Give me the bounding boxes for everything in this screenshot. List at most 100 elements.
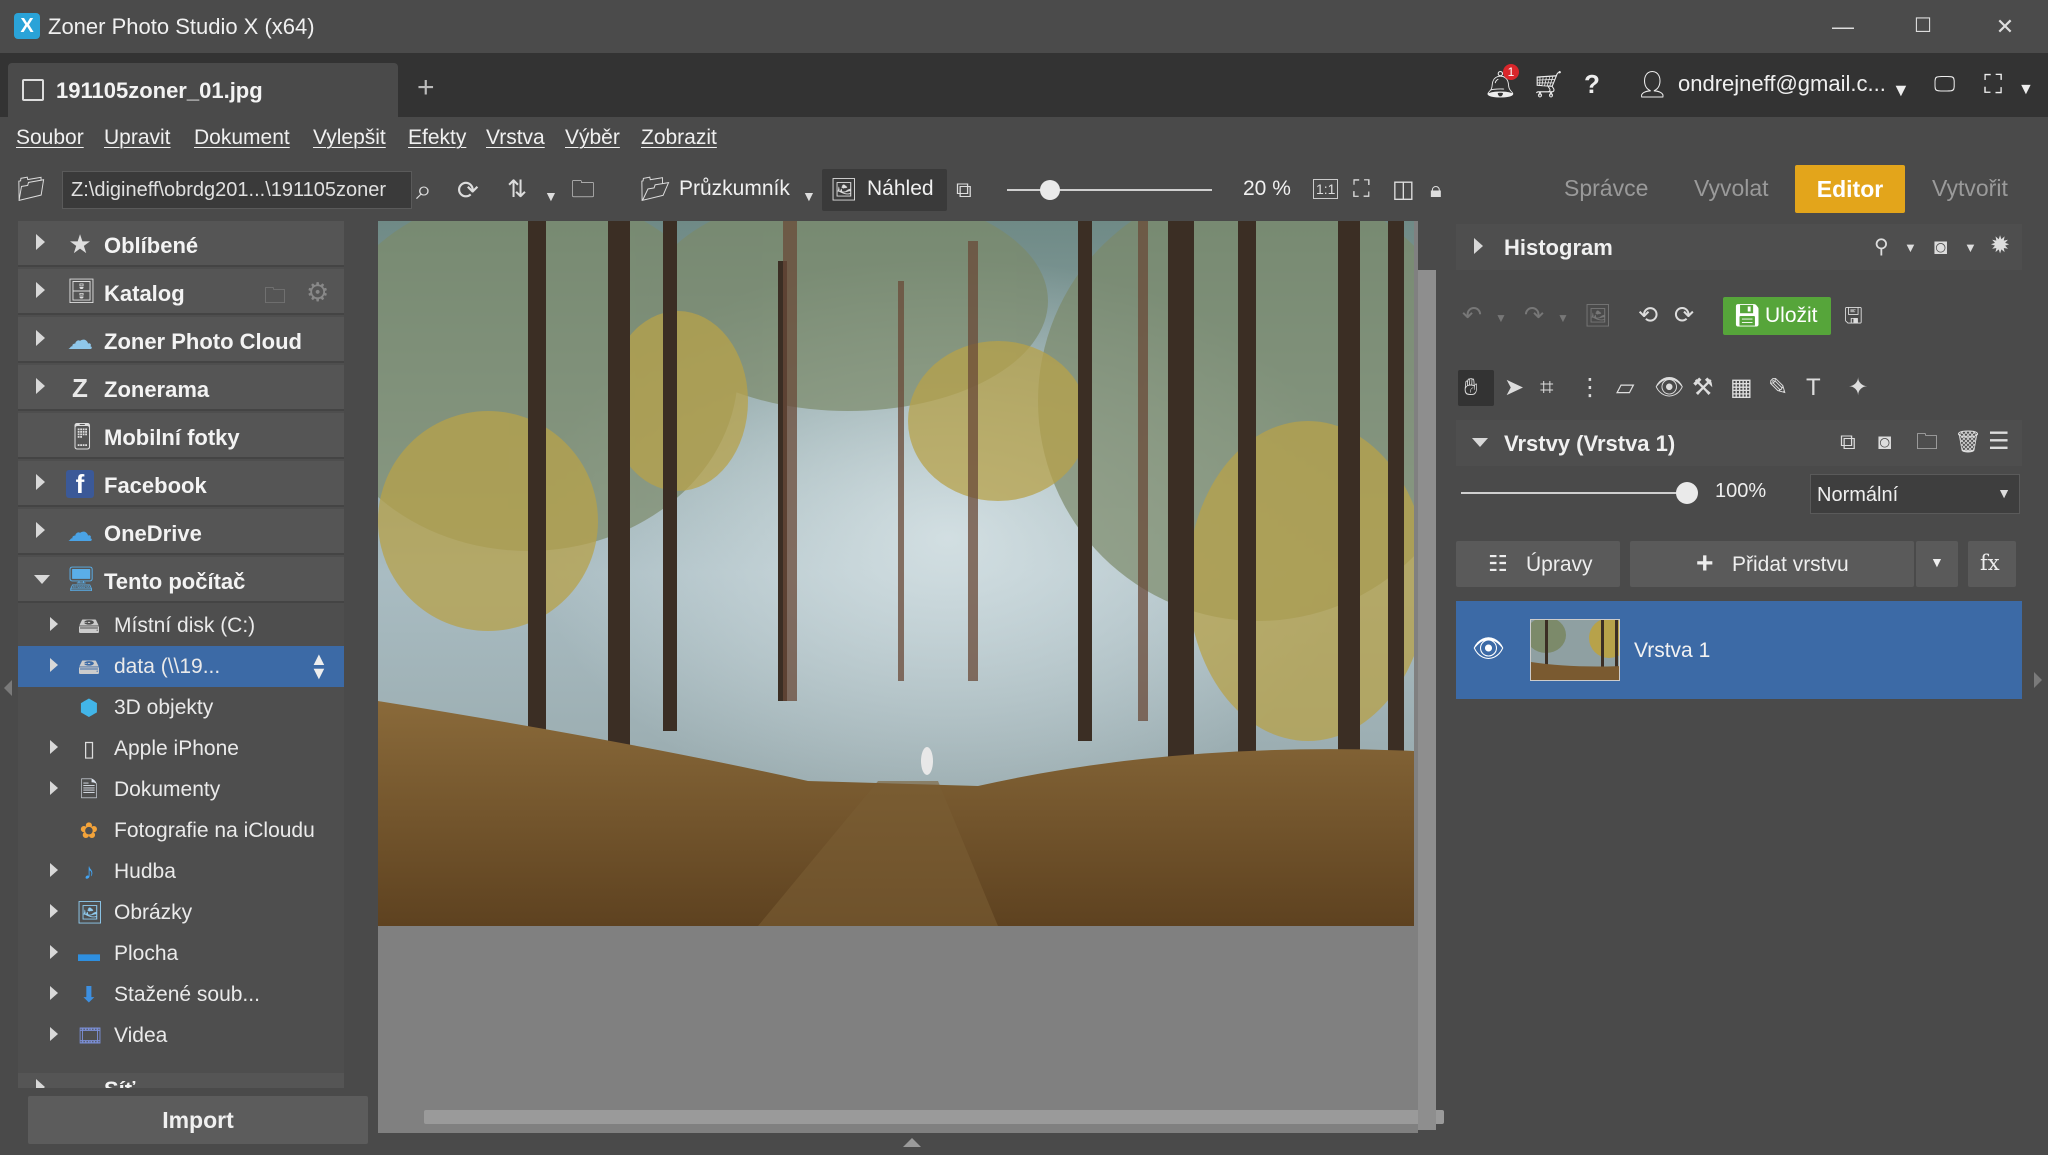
- undo-icon[interactable]: ↶: [1462, 302, 1482, 330]
- save-button[interactable]: 💾︎ Uložit: [1723, 297, 1831, 335]
- duplicate-layer-icon[interactable]: ⧉: [1840, 428, 1856, 456]
- expand-arrow-icon[interactable]: [36, 378, 45, 394]
- menu-view[interactable]: Zobrazit: [641, 126, 717, 150]
- search-icon[interactable]: ⌕: [416, 175, 432, 205]
- explorer-icon[interactable]: 📂︎: [640, 175, 670, 205]
- opacity-slider-track[interactable]: [1461, 492, 1687, 494]
- mode-create-tab[interactable]: Vytvořit: [1932, 175, 2008, 202]
- expand-arrow-icon[interactable]: [36, 474, 45, 490]
- collapse-right-panel-icon[interactable]: [2034, 672, 2042, 688]
- expand-arrow-icon[interactable]: [50, 904, 58, 918]
- text-tool-icon[interactable]: T: [1806, 374, 1821, 402]
- menu-selection[interactable]: Výběr: [565, 126, 620, 150]
- menu-layer[interactable]: Vrstva: [486, 126, 545, 150]
- tree-item-videos[interactable]: 🎞︎ Videa: [18, 1015, 344, 1056]
- layers-header[interactable]: Vrstvy (Vrstva 1) ⧉ ◙ 🗀︎ 🗑︎ ☰: [1456, 420, 2022, 466]
- vertical-scrollbar[interactable]: [1418, 270, 1436, 1130]
- new-tab-button[interactable]: +: [417, 73, 435, 103]
- blend-mode-select[interactable]: Normální ▼: [1810, 474, 2020, 514]
- maximize-button[interactable]: ☐: [1894, 0, 1952, 53]
- histogram-header[interactable]: Histogram ⚲ ▼ ◙ ▼ ✹: [1456, 224, 2022, 270]
- redo-dropdown-icon[interactable]: ▼: [1557, 304, 1569, 332]
- red-eye-tool-icon[interactable]: 👁︎: [1654, 374, 1684, 402]
- tree-item-documents[interactable]: 🗎︎ Dokumenty: [18, 769, 344, 810]
- compare-icon[interactable]: ◫: [1392, 175, 1415, 205]
- crop-tool-icon[interactable]: ⌗: [1540, 374, 1554, 402]
- delete-layer-icon[interactable]: 🗑︎: [1954, 428, 1982, 456]
- hand-tool-icon[interactable]: ✋︎: [1464, 374, 1478, 402]
- nav-item-this-pc[interactable]: 🖥︎ Tento počítač: [18, 557, 344, 603]
- expand-arrow-icon[interactable]: [36, 234, 45, 250]
- sort-dropdown-icon[interactable]: ▼: [544, 181, 558, 211]
- expand-arrow-icon[interactable]: [36, 330, 45, 346]
- tree-item-data-drive[interactable]: 🖴︎ data (\\19... ▲ ▼: [18, 646, 344, 687]
- select-tool-icon[interactable]: ➤: [1504, 374, 1524, 402]
- layers-menu-icon[interactable]: ☰: [1988, 428, 2010, 456]
- mode-manager-tab[interactable]: Správce: [1564, 175, 1648, 202]
- nav-item-favorites[interactable]: ★ Oblíbené: [18, 221, 344, 267]
- nav-item-zoner-cloud[interactable]: ☁ Zoner Photo Cloud: [18, 317, 344, 363]
- expand-arrow-icon[interactable]: [50, 1027, 58, 1041]
- brush-tool-icon[interactable]: ✎: [1768, 374, 1788, 402]
- close-button[interactable]: ✕: [1976, 0, 2034, 53]
- clone-tool-icon[interactable]: ⚒: [1692, 374, 1714, 402]
- expand-arrow-icon[interactable]: [36, 282, 45, 298]
- tree-item-apple-iphone[interactable]: ▯ Apple iPhone: [18, 728, 344, 769]
- folder-up-icon[interactable]: 📁︎: [16, 175, 46, 205]
- horizontal-scrollbar[interactable]: [424, 1110, 1444, 1124]
- rotate-left-icon[interactable]: ⟲: [1638, 302, 1658, 330]
- adjustments-button[interactable]: ☷ Úpravy: [1456, 541, 1620, 587]
- preview-button[interactable]: 🖼︎ Náhled: [822, 169, 947, 211]
- mask-icon[interactable]: ◙: [1934, 233, 1947, 261]
- menu-effects[interactable]: Efekty: [408, 126, 466, 150]
- user-email[interactable]: ondrejneff@gmail.c...: [1678, 71, 1886, 97]
- collapse-arrow-icon[interactable]: [34, 575, 50, 584]
- menu-enhance[interactable]: Vylepšit: [313, 126, 386, 150]
- expand-arrow-icon[interactable]: [50, 863, 58, 877]
- tree-item-downloads[interactable]: ⬇ Stažené soub...: [18, 974, 344, 1015]
- expand-arrow-icon[interactable]: [50, 740, 58, 754]
- collapse-left-panel-icon[interactable]: [4, 680, 12, 696]
- minimize-button[interactable]: —: [1814, 0, 1872, 53]
- menu-edit[interactable]: Upravit: [104, 126, 171, 150]
- nav-item-network[interactable]: Síť: [18, 1073, 344, 1088]
- expand-arrow-icon[interactable]: [36, 1079, 45, 1088]
- expand-arrow-icon[interactable]: [50, 658, 58, 672]
- layer-folder-icon[interactable]: 🗀︎: [1916, 428, 1938, 456]
- pin-icon[interactable]: ⚲: [1874, 233, 1889, 261]
- expand-arrow-icon[interactable]: [36, 522, 45, 538]
- reorder-icon[interactable]: ▲ ▼: [310, 650, 328, 682]
- opacity-slider-thumb[interactable]: [1676, 482, 1698, 504]
- dropdown-icon[interactable]: ▼: [1964, 234, 1977, 262]
- explorer-dropdown-icon[interactable]: ▼: [802, 181, 816, 211]
- user-icon[interactable]: 👤︎: [1636, 69, 1669, 99]
- expand-arrow-icon[interactable]: [50, 781, 58, 795]
- tree-item-music[interactable]: ♪ Hudba: [18, 851, 344, 892]
- effects-tool-icon[interactable]: ✦: [1848, 374, 1868, 402]
- menu-file[interactable]: Soubor: [16, 126, 84, 150]
- expand-arrow-icon[interactable]: [1474, 238, 1483, 254]
- grid-tool-icon[interactable]: ▦: [1730, 374, 1753, 402]
- layer-mask-icon[interactable]: ◙: [1878, 428, 1891, 456]
- expand-arrow-icon[interactable]: [50, 945, 58, 959]
- collapse-bottom-panel-icon[interactable]: [903, 1138, 921, 1147]
- path-input[interactable]: Z:\digineff\obrdg201...\191105zoner: [62, 171, 412, 209]
- refresh-icon[interactable]: ⟳: [457, 175, 479, 205]
- monitor-icon[interactable]: 🖵︎: [1934, 69, 1955, 99]
- nav-item-catalog[interactable]: 🗄︎ Katalog 🗀︎ ⚙: [18, 269, 344, 315]
- menu-document[interactable]: Dokument: [194, 126, 290, 150]
- nav-item-zonerama[interactable]: Z Zonerama: [18, 365, 344, 411]
- cart-icon[interactable]: 🛒︎: [1532, 69, 1565, 99]
- straighten-tool-icon[interactable]: ⋮: [1578, 374, 1602, 402]
- nav-item-mobile-photos[interactable]: 📱︎ Mobilní fotky: [18, 413, 344, 459]
- tree-item-3d-objects[interactable]: ⬢ 3D objekty: [18, 687, 344, 728]
- save-as-icon[interactable]: 🖫: [1844, 302, 1863, 330]
- mode-editor-tab[interactable]: Editor: [1795, 165, 1905, 213]
- external-link-icon[interactable]: ⧉: [956, 175, 972, 205]
- add-layer-button[interactable]: + Přidat vrstvu: [1630, 541, 1914, 587]
- sort-icon[interactable]: ⇅: [507, 175, 527, 205]
- fullscreen-dropdown-icon[interactable]: ▼: [2018, 75, 2034, 105]
- zoom-slider-thumb[interactable]: [1040, 180, 1060, 200]
- import-button[interactable]: Import: [28, 1096, 368, 1144]
- perspective-tool-icon[interactable]: ▱: [1616, 374, 1634, 402]
